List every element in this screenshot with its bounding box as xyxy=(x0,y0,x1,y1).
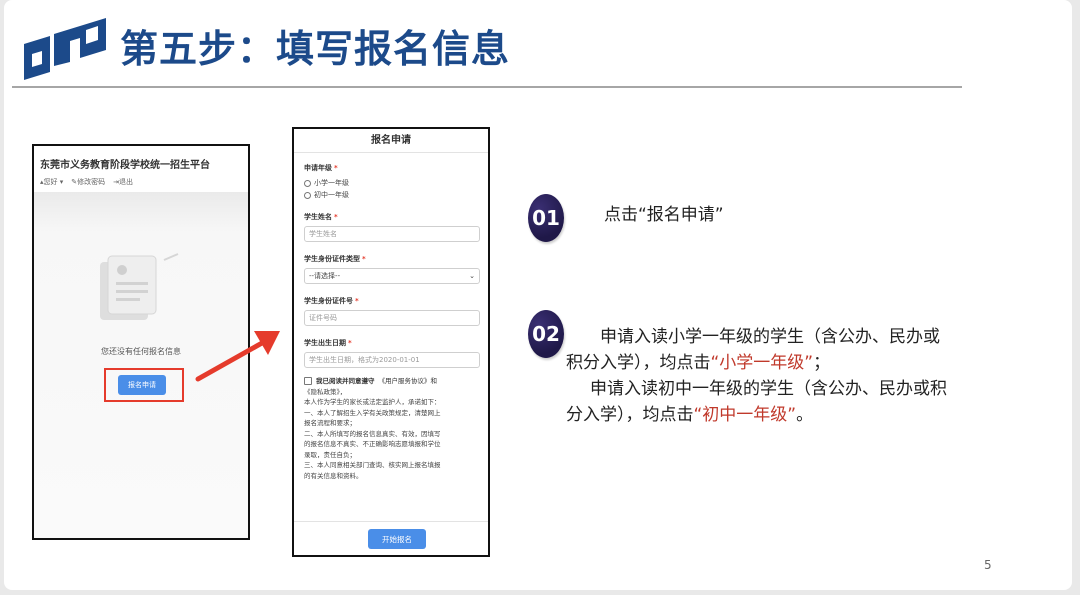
highlight-junior: “初中一年级” xyxy=(693,405,797,425)
title-divider xyxy=(12,86,962,88)
student-name-input[interactable]: 学生姓名 xyxy=(304,226,480,242)
form-footer-divider xyxy=(294,521,488,522)
birth-date-input[interactable]: 学生出生日期，格式为2020-01-01 xyxy=(304,352,480,368)
platform-title: 东莞市义务教育阶段学校统一招生平台 xyxy=(40,160,210,171)
user-agreement-link[interactable]: 《用户服务协议》和 xyxy=(379,376,438,387)
agreement-text-line: 报名流程和要求； xyxy=(304,419,356,427)
highlight-primary: “小学一年级” xyxy=(710,353,814,373)
agreement-text-line: 三、本人同意相关部门查询、核实网上报名填报 xyxy=(304,461,441,469)
id-type-select[interactable]: --请选择-- ⌄ xyxy=(304,268,480,284)
agreement-text-line: 二、本人所填写的报名信息真实、有效，因填写 xyxy=(304,429,441,438)
radio-icon xyxy=(304,191,311,199)
step-badge-02: 02 xyxy=(528,310,564,358)
step-02-line: 分入学），均点击“初中一年级”。 xyxy=(566,405,814,425)
empty-document-icon xyxy=(100,253,179,320)
application-form: 申请年级 * 小学一年级 初中一年级 学生姓名 * 学生姓名 学生身份证件类型 * -… xyxy=(294,163,488,481)
agreement-section: 我已阅读并同意遵守 《用户服务协议》和 《隐私政策》， 本人作为学生的家长或法定… xyxy=(304,376,478,481)
agreement-checkbox-row[interactable]: 我已阅读并同意遵守 《用户服务协议》和 xyxy=(304,376,478,387)
page-number: 5 xyxy=(984,558,992,572)
id-number-label: 学生身份证件号 * xyxy=(304,297,359,305)
slide: 第五步：填写报名信息 东莞市义务教育阶段学校统一招生平台 ▴您好 ▾ ✎修改密码… xyxy=(4,0,1072,590)
user-greeting[interactable]: ▴您好 ▾ xyxy=(40,177,63,187)
step-02-line: 积分入学），均点击“小学一年级”； xyxy=(566,353,831,373)
checkbox-icon[interactable] xyxy=(304,377,312,386)
step-01-text: 点击“报名申请” xyxy=(604,205,724,225)
agreement-text-line: 录取，责任自负； xyxy=(304,450,356,459)
user-bar: ▴您好 ▾ ✎修改密码 ⇥退出 xyxy=(40,177,242,187)
grade-option-junior[interactable]: 初中一年级 xyxy=(304,190,478,200)
change-password-link[interactable]: ✎修改密码 xyxy=(71,177,105,187)
grade-label: 申请年级 * xyxy=(304,164,338,172)
birth-date-label: 学生出生日期 * xyxy=(304,339,352,347)
start-application-button[interactable]: 开始报名 xyxy=(368,529,426,549)
id-number-input[interactable]: 证件号码 xyxy=(304,310,480,326)
logo-icon xyxy=(24,18,106,80)
portal-header: 东莞市义务教育阶段学校统一招生平台 ▴您好 ▾ ✎修改密码 ⇥退出 xyxy=(34,146,248,192)
agreement-text-line: 一、本人了解招生入学有关政策规定，清楚网上 xyxy=(304,408,441,417)
red-arrow-icon xyxy=(195,331,280,382)
application-form-screenshot: 报名申请 申请年级 * 小学一年级 初中一年级 学生姓名 * 学生姓名 学生身份证件… xyxy=(292,127,490,557)
apply-button[interactable]: 报名申请 xyxy=(118,375,166,395)
page-title: 第五步：填写报名信息 xyxy=(120,27,511,71)
grade-option-primary[interactable]: 小学一年级 xyxy=(304,178,478,188)
privacy-policy-link[interactable]: 《隐私政策》， xyxy=(304,387,478,398)
radio-icon xyxy=(304,179,311,187)
agreement-text-line: 本人作为学生的家长或法定监护人，承诺如下： xyxy=(304,398,441,406)
step-02-line: 申请入读初中一年级的学生（含公办、民办或积 xyxy=(590,379,947,399)
step-02-line: 申请入读小学一年级的学生（含公办、民办或 xyxy=(600,327,940,347)
id-type-label: 学生身份证件类型 * xyxy=(304,255,366,263)
logout-link[interactable]: ⇥退出 xyxy=(113,177,133,187)
agreement-text-line: 的有关信息和资料。 xyxy=(304,471,363,480)
apply-button-highlight: 报名申请 xyxy=(104,368,184,402)
form-header: 报名申请 xyxy=(294,129,488,153)
chevron-down-icon: ⌄ xyxy=(469,272,475,280)
step-02-text: 申请入读小学一年级的学生（含公办、民办或 积分入学），均点击“小学一年级”； 申… xyxy=(566,324,947,428)
step-badge-01: 01 xyxy=(528,194,564,242)
student-name-label: 学生姓名 * xyxy=(304,213,338,221)
agreement-text-line: 的报名信息不真实、不正确影响志愿填报和学位 xyxy=(304,440,441,448)
